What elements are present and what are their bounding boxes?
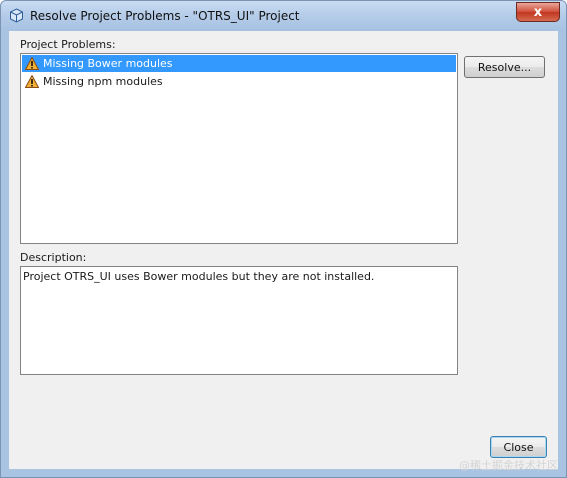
dialog-window: Resolve Project Problems - "OTRS_UI" Pro… xyxy=(0,0,567,478)
netbeans-cube-icon xyxy=(10,8,23,23)
close-icon: x xyxy=(533,4,543,20)
close-button[interactable]: Close xyxy=(490,436,547,458)
dialog-content: Project Problems: Missing Bower modules … xyxy=(9,31,558,469)
list-item[interactable]: Missing Bower modules xyxy=(22,55,456,72)
warning-icon xyxy=(25,75,39,88)
list-item-label: Missing Bower modules xyxy=(43,57,173,70)
close-button-label: Close xyxy=(503,440,534,454)
description-area[interactable]: Project OTRS_UI uses Bower modules but t… xyxy=(20,266,458,375)
description-text: Project OTRS_UI uses Bower modules but t… xyxy=(23,270,375,283)
list-item[interactable]: Missing npm modules xyxy=(22,73,456,90)
window-title: Resolve Project Problems - "OTRS_UI" Pro… xyxy=(30,9,300,23)
problems-list[interactable]: Missing Bower modules Missing npm module… xyxy=(20,53,458,244)
window-close-button[interactable]: x xyxy=(516,2,560,22)
resolve-button[interactable]: Resolve... xyxy=(464,56,545,78)
project-problems-label: Project Problems: xyxy=(20,38,116,51)
description-label: Description: xyxy=(20,251,87,264)
warning-icon xyxy=(25,57,39,70)
list-item-label: Missing npm modules xyxy=(43,75,163,88)
title-bar[interactable]: Resolve Project Problems - "OTRS_UI" Pro… xyxy=(1,1,566,31)
resolve-button-label: Resolve... xyxy=(477,60,532,74)
watermark: @稀土掘金技术社区 xyxy=(459,459,558,472)
